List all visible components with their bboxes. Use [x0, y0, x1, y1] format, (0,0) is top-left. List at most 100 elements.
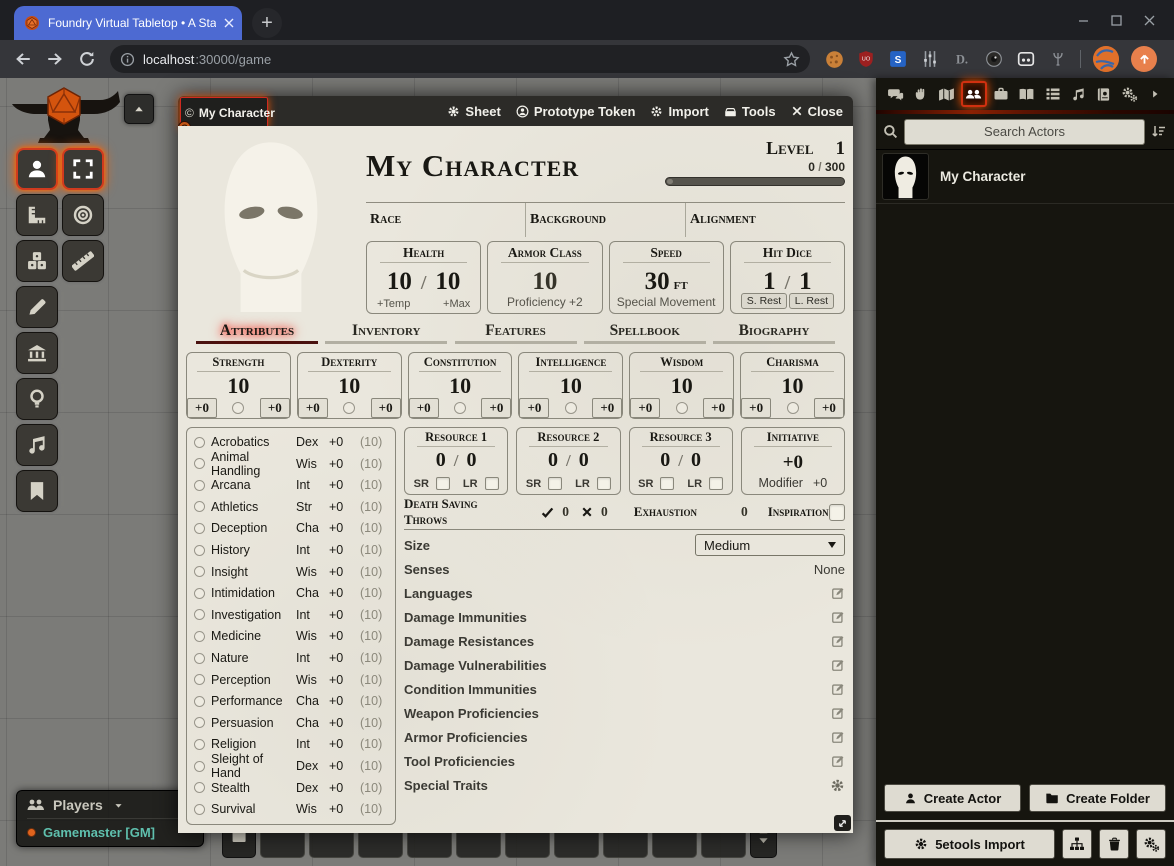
edit-icon[interactable]: [831, 610, 845, 624]
skill-prof-radio[interactable]: [194, 674, 205, 685]
tab-playlists[interactable]: [1067, 83, 1089, 105]
skill-prof-radio[interactable]: [194, 437, 205, 448]
create-folder-button[interactable]: Create Folder: [1029, 784, 1166, 812]
skill-prof-radio[interactable]: [194, 609, 205, 620]
skill-intimidation[interactable]: IntimidationCha+0(10): [194, 582, 388, 604]
dice-tool-button[interactable]: [16, 240, 58, 282]
5etools-import-button[interactable]: 5etools Import: [884, 829, 1055, 859]
tab-settings[interactable]: [1118, 83, 1140, 105]
alignment-field[interactable]: Alignment: [686, 203, 845, 237]
skill-prof-radio[interactable]: [194, 696, 205, 707]
reload-button[interactable]: [78, 50, 96, 68]
resource-1-box[interactable]: Resource 1 0/0 SRLR: [404, 427, 508, 495]
special-movement-label[interactable]: Special Movement: [610, 295, 723, 309]
initiative-modifier[interactable]: +0: [813, 476, 827, 490]
players-header[interactable]: Players: [27, 797, 193, 819]
url-bar[interactable]: localhost:30000/game: [110, 45, 810, 73]
proficiency-radio[interactable]: [676, 402, 688, 414]
tab-spellbook[interactable]: Spellbook: [584, 322, 706, 344]
inspiration-checkbox[interactable]: [829, 504, 845, 521]
long-rest-button[interactable]: L. Rest: [789, 293, 834, 309]
trait-senses[interactable]: Senses None: [404, 557, 845, 581]
background-field[interactable]: Background: [526, 203, 686, 237]
edit-icon[interactable]: [831, 682, 845, 696]
bank-tool-button[interactable]: [16, 332, 58, 374]
resource-2-box[interactable]: Resource 2 0/0 SRLR: [516, 427, 620, 495]
tab-scenes[interactable]: [935, 83, 957, 105]
character-name[interactable]: My Character: [366, 134, 665, 200]
skill-perception[interactable]: PerceptionWis+0(10): [194, 669, 388, 691]
resource-3-box[interactable]: Resource 3 0/0 SRLR: [629, 427, 733, 495]
initiative-box[interactable]: Initiative +0 Modifier+0: [741, 427, 845, 495]
cookie-extension-icon[interactable]: [824, 49, 844, 69]
window-resize-handle[interactable]: [834, 815, 851, 831]
skill-prof-radio[interactable]: [194, 588, 205, 599]
speed-value[interactable]: 30: [645, 268, 670, 295]
hit-dice-max[interactable]: 1: [799, 268, 812, 296]
ability-mod[interactable]: +0: [260, 398, 290, 418]
actor-name[interactable]: My Character: [940, 169, 1026, 184]
hp-current[interactable]: 10: [387, 268, 412, 296]
skill-prof-radio[interactable]: [194, 458, 205, 469]
hp-max[interactable]: 10: [435, 268, 460, 296]
folder-tree-button[interactable]: [1062, 829, 1092, 859]
ability-mod[interactable]: +0: [703, 398, 733, 418]
proficiency-radio[interactable]: [787, 402, 799, 414]
save-mod[interactable]: +0: [298, 398, 328, 418]
skill-animal-handling[interactable]: Animal HandlingWis+0(10): [194, 453, 388, 475]
proficiency-radio[interactable]: [232, 402, 244, 414]
skill-nature[interactable]: NatureInt+0(10): [194, 647, 388, 669]
lr-checkbox[interactable]: [709, 477, 723, 490]
sr-checkbox[interactable]: [660, 477, 674, 490]
create-actor-button[interactable]: Create Actor: [884, 784, 1021, 812]
skill-prof-radio[interactable]: [194, 545, 205, 556]
ability-constitution[interactable]: Constitution 10 +0+0: [408, 352, 513, 419]
tab-inventory[interactable]: Inventory: [325, 322, 447, 344]
ruler-combined-tool-button[interactable]: [16, 194, 58, 236]
save-mod[interactable]: +0: [741, 398, 771, 418]
skill-prof-radio[interactable]: [194, 653, 205, 664]
edit-icon[interactable]: [831, 658, 845, 672]
skill-athletics[interactable]: AthleticsStr+0(10): [194, 496, 388, 518]
select-targets-tool-button[interactable]: [62, 148, 104, 190]
prototype-token-button[interactable]: Prototype Token: [516, 104, 636, 119]
lightbulb-tool-button[interactable]: [16, 378, 58, 420]
edit-icon[interactable]: [831, 730, 845, 744]
edit-icon[interactable]: [831, 754, 845, 768]
save-mod[interactable]: +0: [187, 398, 217, 418]
armor-class-box[interactable]: Armor Class 10 Proficiency +2: [487, 241, 602, 314]
skill-insight[interactable]: InsightWis+0(10): [194, 561, 388, 583]
skill-deception[interactable]: DeceptionCha+0(10): [194, 518, 388, 540]
health-box[interactable]: Health 10/10 +Temp+Max: [366, 241, 481, 314]
tab-attributes[interactable]: Attributes: [196, 322, 318, 344]
site-info-icon[interactable]: [120, 52, 135, 67]
lr-checkbox[interactable]: [597, 477, 611, 490]
import-button[interactable]: Import: [650, 104, 708, 119]
skill-stealth[interactable]: StealthDex+0(10): [194, 777, 388, 799]
skill-prof-radio[interactable]: [194, 523, 205, 534]
character-portrait[interactable]: [186, 134, 356, 314]
tab-journal[interactable]: [1016, 83, 1038, 105]
edit-icon[interactable]: [831, 634, 845, 648]
ability-charisma[interactable]: Charisma 10 +0+0: [740, 352, 845, 419]
death-success-count[interactable]: 0: [562, 504, 569, 520]
skill-prof-radio[interactable]: [194, 804, 205, 815]
window-minimize-button[interactable]: [1077, 14, 1090, 27]
d-extension-icon[interactable]: D.: [952, 49, 972, 69]
special-traits-config-icon[interactable]: [830, 778, 845, 793]
players-widget[interactable]: Players Gamemaster [GM]: [16, 790, 204, 847]
short-rest-button[interactable]: S. Rest: [741, 293, 787, 309]
new-tab-button[interactable]: +: [252, 8, 282, 38]
ac-value[interactable]: 10: [488, 268, 601, 296]
sliders-extension-icon[interactable]: [920, 49, 940, 69]
ability-wisdom[interactable]: Wisdom 10 +0+0: [629, 352, 734, 419]
size-select[interactable]: Medium: [695, 534, 845, 556]
skill-history[interactable]: HistoryInt+0(10): [194, 539, 388, 561]
fork-extension-icon[interactable]: [1048, 49, 1068, 69]
hp-tempmax-label[interactable]: +Max: [443, 298, 470, 310]
skill-medicine[interactable]: MedicineWis+0(10): [194, 626, 388, 648]
tab-compendium[interactable]: [1093, 83, 1115, 105]
browser-update-button[interactable]: [1131, 46, 1157, 72]
death-success-icon[interactable]: [541, 506, 554, 519]
proficiency-radio[interactable]: [343, 402, 355, 414]
